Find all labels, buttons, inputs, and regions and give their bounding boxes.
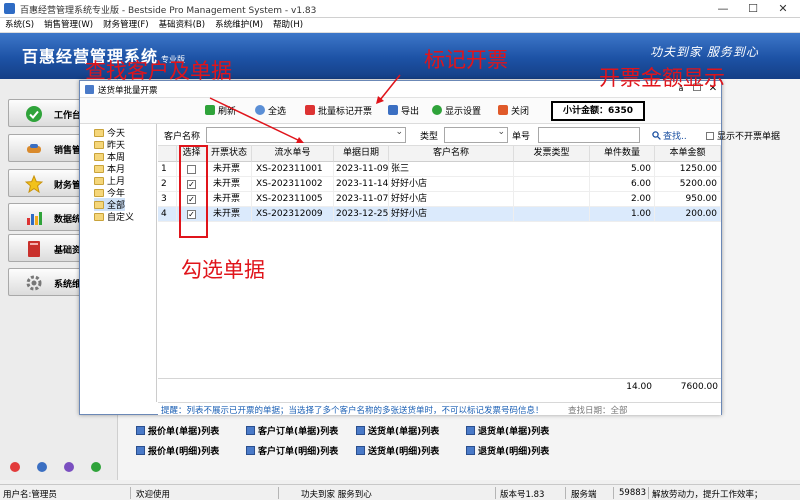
annotation-select-column-box — [179, 145, 208, 238]
annotation-arrow-customer — [209, 97, 301, 142]
annotation-arrow-mark — [379, 74, 401, 101]
annotation-overlay — [179, 74, 401, 238]
